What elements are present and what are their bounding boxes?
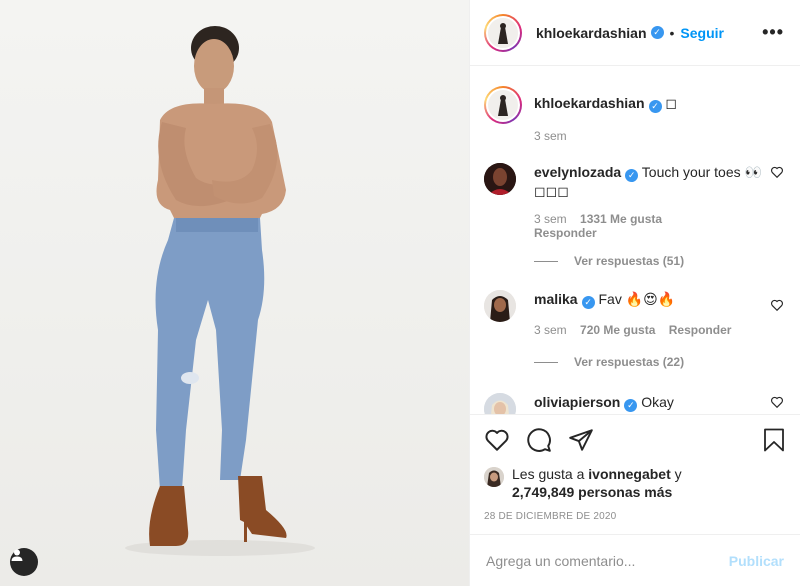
comment-username[interactable]: evelynlozada [534,164,621,180]
caption: khloekardashian ✓ ◻ 3 sem [484,86,784,143]
separator-dot: • [669,24,675,41]
commenter-avatar[interactable] [484,393,516,414]
reply-button[interactable]: Responder [534,226,764,240]
heart-icon[interactable] [484,427,510,453]
follow-button[interactable]: Seguir [680,25,724,41]
comment-item: evelynlozada ✓ Touch your toes 👀◻◻◻ 3 sem… [484,163,784,240]
caption-text: ◻ [665,95,678,111]
publish-button[interactable]: Publicar [729,553,784,569]
comment-composer: Agrega un comentario... Publicar [470,534,800,586]
caption-avatar[interactable] [484,86,522,124]
author-username[interactable]: khloekardashian [536,25,647,41]
commenter-avatar[interactable] [484,163,516,195]
post-sidebar: khloekardashian ✓ • Seguir ••• khloekard… [469,0,800,586]
replies-divider [534,361,558,363]
comment-text: Fav 🔥😍🔥 [598,291,676,307]
more-options-icon[interactable]: ••• [762,22,784,43]
comment-username[interactable]: oliviapierson [534,394,620,410]
liker-username[interactable]: ivonnegabet [588,466,670,482]
liker-avatar[interactable] [484,467,504,487]
comment-text: Okay [641,394,674,410]
comment-like-icon[interactable] [770,165,784,179]
verified-icon: ✓ [625,169,639,182]
verified-icon: ✓ [650,26,664,39]
post-actions: Les gusta a ivonnegabet y 2,749,849 pers… [470,414,800,534]
likes-suffix: y [670,466,682,482]
likes-prefix: Les gusta a [512,466,589,482]
comment-like-icon[interactable] [770,298,784,312]
replies-divider [534,260,558,262]
comment-time[interactable]: 3 sem [534,212,567,226]
post-modal: khloekardashian ✓ • Seguir ••• khloekard… [0,0,800,586]
commenter-avatar[interactable] [484,290,516,322]
post-photo[interactable] [0,0,469,586]
caption-username[interactable]: khloekardashian [534,95,645,111]
comment-like-icon[interactable] [770,395,784,409]
user-tag-button[interactable] [10,548,38,576]
view-replies-label: Ver respuestas (22) [574,355,685,369]
view-replies-button[interactable]: Ver respuestas (51) [534,254,784,268]
comments-list[interactable]: khloekardashian ✓ ◻ 3 sem evelynlozada ✓ T… [470,66,800,414]
comment-time[interactable]: 3 sem [534,323,567,337]
verified-icon: ✓ [648,100,662,113]
likes-summary: Les gusta a ivonnegabet y 2,749,849 pers… [484,465,786,501]
view-replies-label: Ver respuestas (51) [574,254,685,268]
comment-input[interactable]: Agrega un comentario... [486,553,729,569]
likes-count[interactable]: 2,749,849 personas más [512,484,672,500]
comment-likes[interactable]: 720 Me gusta [580,323,655,337]
user-tag-icon [11,549,23,561]
post-image [125,26,315,556]
comment-icon[interactable] [526,427,552,453]
post-header: khloekardashian ✓ • Seguir ••• [470,0,800,66]
comment-item: oliviapierson ✓ Okay [484,393,784,414]
verified-icon: ✓ [581,296,595,309]
verified-icon: ✓ [624,399,638,412]
share-icon[interactable] [568,427,594,453]
reply-button[interactable]: Responder [669,323,732,337]
view-replies-button[interactable]: Ver respuestas (22) [534,355,784,369]
comment-username[interactable]: malika [534,291,578,307]
caption-time[interactable]: 3 sem [534,129,764,143]
bookmark-icon[interactable] [762,427,786,453]
comment-item: malika ✓ Fav 🔥😍🔥 3 sem 720 Me gusta Respo… [484,290,784,337]
comment-likes[interactable]: 1331 Me gusta [580,212,662,226]
post-date[interactable]: 28 DE DICIEMBRE DE 2020 [484,511,786,522]
author-avatar[interactable] [484,13,522,52]
